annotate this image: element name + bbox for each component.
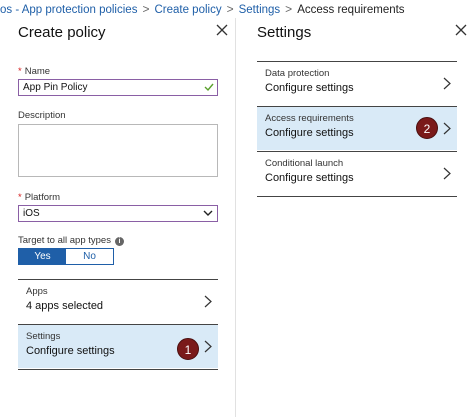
breadcrumb-current: Access requirements	[297, 4, 405, 16]
chevron-right-icon	[443, 122, 451, 135]
step-badge-2: 2	[416, 117, 438, 139]
data-protection-label: Data protection	[265, 68, 330, 79]
access-requirements-value: Configure settings	[265, 127, 354, 139]
conditional-launch-label: Conditional launch	[265, 158, 344, 169]
settings-title: Settings	[257, 24, 312, 41]
chevron-down-icon	[203, 210, 213, 216]
access-requirements-nav-item[interactable]: Access requirements Configure settings 2	[257, 106, 457, 150]
data-protection-value: Configure settings	[265, 82, 354, 94]
chevron-right-icon	[204, 295, 212, 308]
platform-select-value: iOS	[23, 208, 40, 219]
data-protection-nav-item[interactable]: Data protection Configure settings	[257, 61, 457, 105]
close-icon[interactable]	[215, 23, 229, 37]
chevron-right-icon	[443, 167, 451, 180]
breadcrumb-item-settings[interactable]: Settings	[239, 4, 281, 16]
apps-value: 4 apps selected	[26, 300, 104, 312]
breadcrumb-separator: >	[285, 2, 293, 16]
target-toggle: Yes No	[18, 248, 114, 265]
name-label: * Name	[18, 66, 51, 77]
conditional-launch-nav-item[interactable]: Conditional launch Configure settings	[257, 151, 457, 195]
target-label: Target to all app types i	[18, 235, 124, 246]
description-label: Description	[18, 110, 66, 121]
toggle-no[interactable]: No	[66, 249, 113, 264]
chevron-right-icon	[443, 77, 451, 90]
settings-value: Configure settings	[26, 345, 115, 357]
checkmark-icon	[204, 83, 214, 92]
breadcrumb-item-app-protection[interactable]: os - App protection policies	[0, 4, 137, 16]
settings-nav-item[interactable]: Settings Configure settings 1	[18, 324, 218, 368]
breadcrumb-item-create-policy[interactable]: Create policy	[154, 4, 221, 16]
apps-nav-item[interactable]: Apps 4 apps selected	[18, 279, 218, 323]
info-icon[interactable]: i	[114, 237, 124, 246]
name-input-value: App Pin Policy	[23, 82, 88, 93]
name-input[interactable]: App Pin Policy	[18, 79, 218, 96]
apps-label: Apps	[26, 286, 48, 297]
create-policy-panel: Create policy * Name App Pin Policy Descr…	[0, 18, 236, 417]
platform-select[interactable]: iOS	[18, 205, 218, 222]
step-badge-1: 1	[177, 338, 199, 360]
divider	[257, 196, 457, 197]
close-icon[interactable]	[454, 23, 468, 37]
description-input[interactable]	[18, 124, 218, 177]
settings-label: Settings	[26, 331, 61, 342]
settings-panel: Settings Data protection Configure setti…	[237, 18, 474, 417]
create-policy-title: Create policy	[18, 24, 106, 41]
conditional-launch-value: Configure settings	[265, 172, 354, 184]
platform-label: * Platform	[18, 192, 61, 203]
breadcrumb-separator: >	[142, 2, 150, 16]
access-requirements-label: Access requirements	[265, 113, 354, 124]
breadcrumb: os - App protection policies > Create poli…	[0, 0, 474, 18]
toggle-yes[interactable]: Yes	[19, 249, 66, 264]
breadcrumb-separator: >	[226, 2, 234, 16]
chevron-right-icon	[204, 340, 212, 353]
divider	[18, 369, 218, 370]
